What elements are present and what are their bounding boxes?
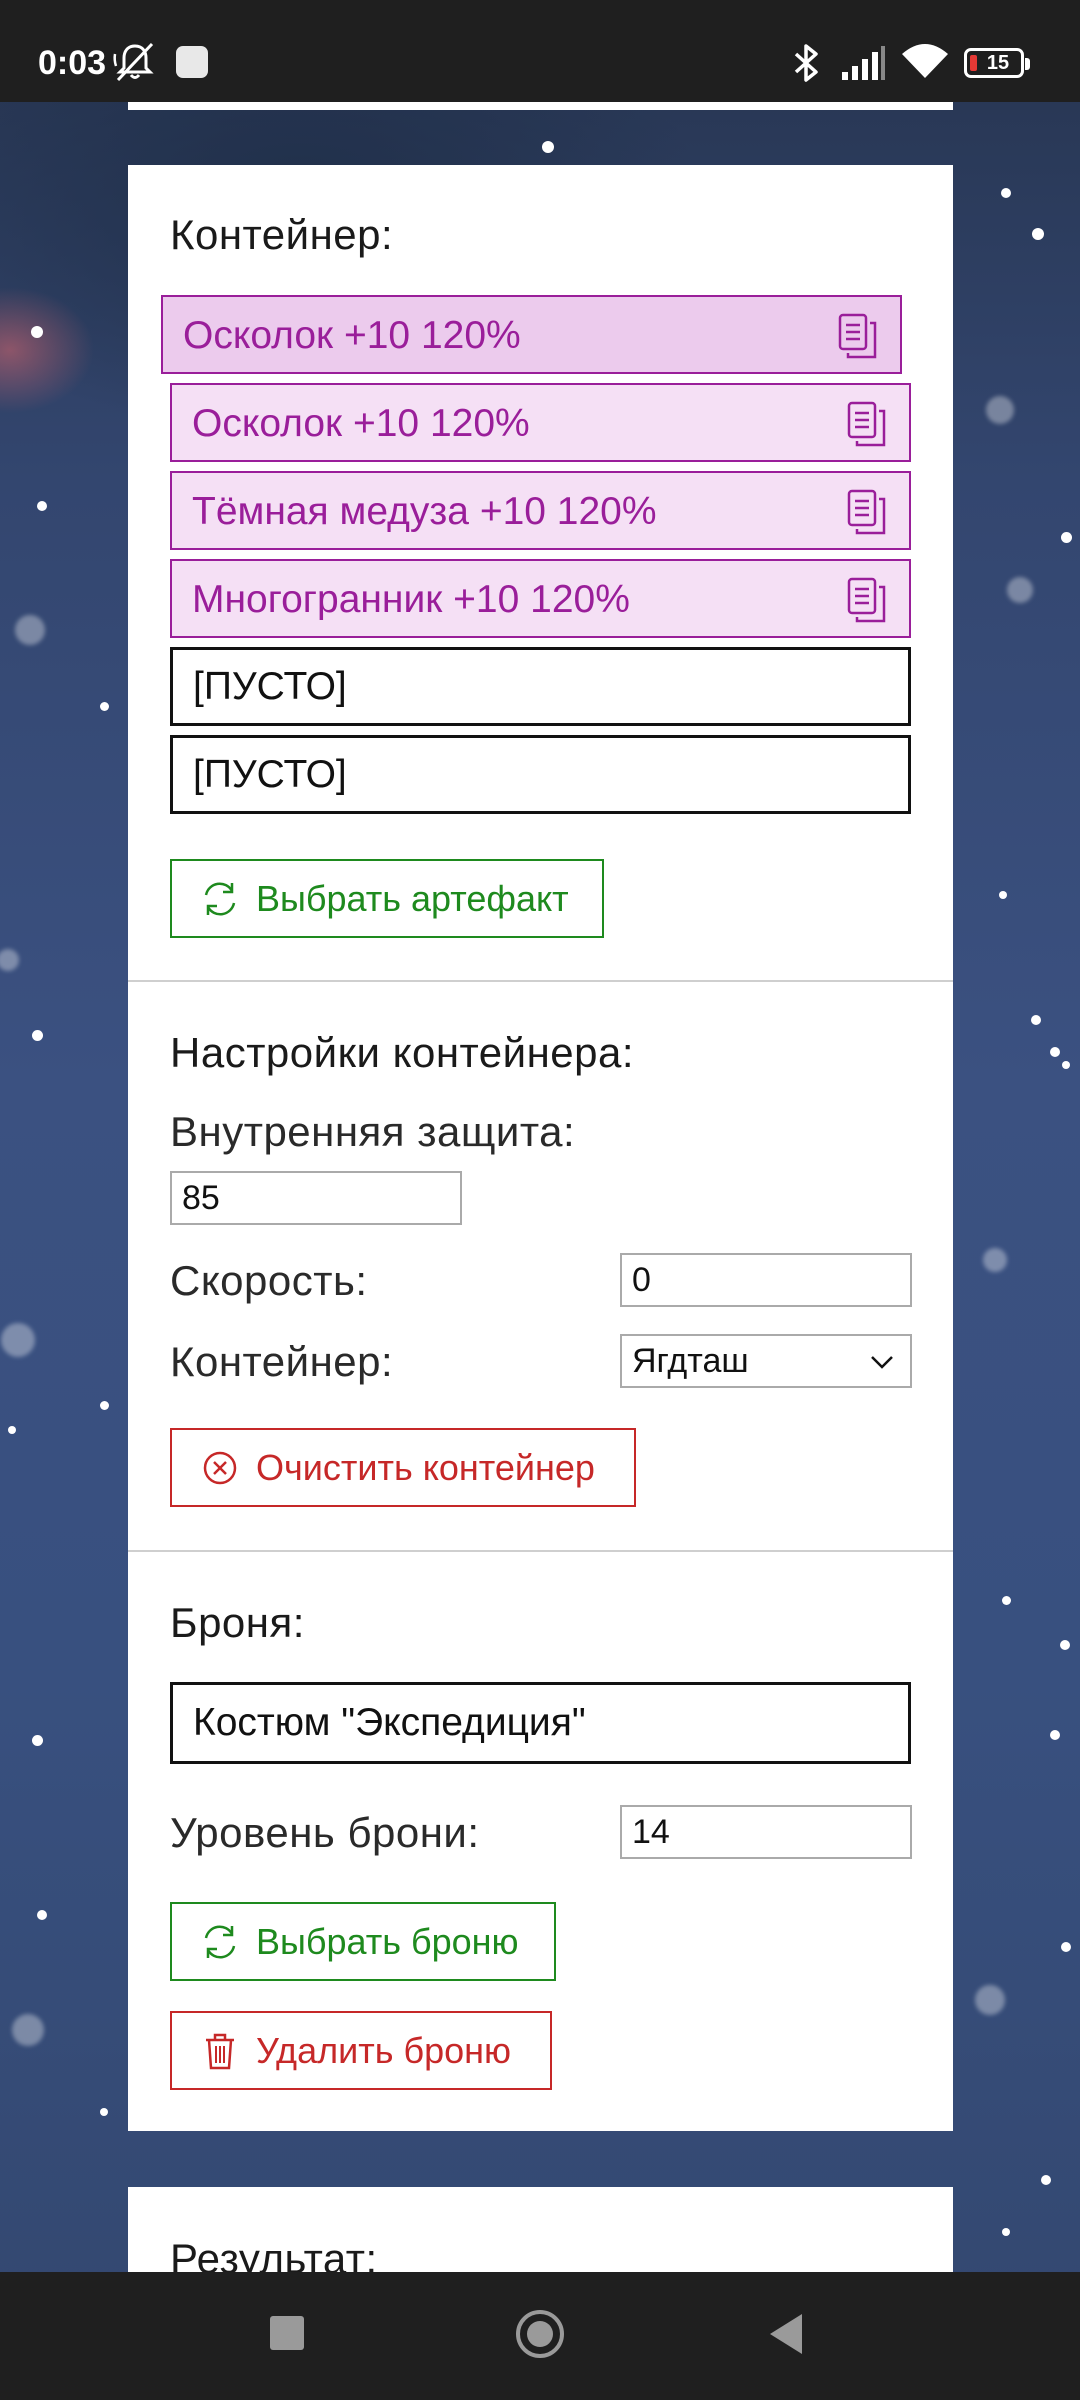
trash-icon bbox=[206, 2033, 234, 2070]
app-notification-icon bbox=[176, 46, 208, 78]
copy-icon[interactable] bbox=[847, 577, 887, 623]
refresh-icon bbox=[204, 1925, 236, 1959]
snowflake bbox=[1001, 1595, 1011, 1605]
slot-label: Осколок +10 120% bbox=[183, 314, 521, 357]
armor-level-input[interactable]: 14 bbox=[620, 1805, 912, 1859]
back-button[interactable] bbox=[770, 2314, 802, 2354]
inner-protection-label: Внутренняя защита: bbox=[170, 1108, 576, 1155]
clear-container-button[interactable]: Очистить контейнер bbox=[170, 1428, 636, 1507]
bluetooth-icon bbox=[794, 44, 818, 82]
snowflake bbox=[12, 2014, 44, 2046]
snowflake bbox=[8, 1426, 16, 1434]
clock: 0:03 bbox=[38, 44, 107, 82]
divider bbox=[128, 980, 953, 982]
snowflake bbox=[1007, 577, 1033, 603]
choose-armor-button[interactable]: Выбрать броню bbox=[170, 1902, 556, 1981]
snowflake bbox=[1032, 228, 1044, 240]
snowflake bbox=[100, 2108, 108, 2116]
armor-name-field[interactable]: Костюм "Экспедиция" bbox=[170, 1682, 911, 1764]
copy-icon[interactable] bbox=[847, 489, 887, 535]
snowflake bbox=[1050, 1730, 1060, 1740]
container-type-label: Контейнер: bbox=[170, 1338, 394, 1385]
snowflake bbox=[1061, 1942, 1071, 1952]
snowflake bbox=[99, 701, 109, 711]
delete-armor-button[interactable]: Удалить броню bbox=[170, 2011, 552, 2090]
signal-icon bbox=[842, 46, 885, 80]
snowflake bbox=[1060, 531, 1072, 543]
inner-protection-input[interactable]: 85 bbox=[170, 1171, 462, 1225]
previous-card-edge bbox=[128, 102, 953, 110]
refresh-icon bbox=[204, 882, 236, 916]
snowflake bbox=[1060, 1640, 1070, 1650]
speed-label: Скорость: bbox=[170, 1257, 368, 1304]
choose-armor-label: Выбрать броню bbox=[256, 1921, 519, 1962]
slot-label: [ПУСТО] bbox=[193, 753, 347, 796]
snowflake bbox=[31, 1734, 43, 1746]
copy-icon[interactable] bbox=[838, 313, 878, 359]
wifi-icon bbox=[902, 44, 948, 78]
slot-label: Многогранник +10 120% bbox=[192, 578, 630, 621]
result-title: Результат: bbox=[170, 2235, 378, 2272]
armor-title: Броня: bbox=[170, 1599, 305, 1646]
home-button[interactable] bbox=[516, 2310, 564, 2358]
speed-input[interactable]: 0 bbox=[620, 1253, 912, 1307]
container-slot-3[interactable]: Тёмная медуза +10 120% bbox=[170, 471, 911, 550]
copy-icon[interactable] bbox=[847, 401, 887, 447]
navigation-bar bbox=[0, 2272, 1080, 2400]
armor-level-label: Уровень брони: bbox=[170, 1809, 480, 1856]
chevron-down-icon bbox=[871, 1356, 893, 1369]
choose-artifact-button[interactable]: Выбрать артефакт bbox=[170, 859, 604, 938]
snowflake bbox=[1031, 1015, 1041, 1025]
status-bar: 0:03 15 bbox=[0, 0, 1080, 102]
snowflake bbox=[37, 501, 47, 511]
choose-artifact-label: Выбрать артефакт bbox=[256, 878, 569, 919]
mute-icon bbox=[113, 42, 154, 82]
snowflake bbox=[15, 615, 45, 645]
container-slot-1[interactable]: Осколок +10 120% bbox=[161, 295, 902, 374]
snowflake bbox=[37, 1910, 47, 1920]
snowflake bbox=[1050, 1047, 1060, 1057]
container-slot-6[interactable]: [ПУСТО] bbox=[170, 735, 911, 814]
divider bbox=[128, 1550, 953, 1552]
snowflake bbox=[1041, 2175, 1051, 2185]
delete-armor-label: Удалить броню bbox=[256, 2030, 511, 2071]
slot-label: [ПУСТО] bbox=[193, 665, 347, 708]
container-slot-2[interactable]: Осколок +10 120% bbox=[170, 383, 911, 462]
snowflake bbox=[542, 141, 554, 153]
snowflake bbox=[1062, 1061, 1070, 1069]
snowflake bbox=[31, 1029, 43, 1041]
close-circle-icon bbox=[203, 1451, 237, 1485]
snowflake bbox=[31, 326, 43, 338]
slot-label: Осколок +10 120% bbox=[192, 402, 530, 445]
container-slot-5[interactable]: [ПУСТО] bbox=[170, 647, 911, 726]
snowflake bbox=[1001, 188, 1011, 198]
slot-label: Тёмная медуза +10 120% bbox=[192, 490, 657, 533]
recents-button[interactable] bbox=[270, 2316, 304, 2350]
snowflake bbox=[975, 1985, 1005, 2015]
snowflake bbox=[983, 1248, 1007, 1272]
snowflake bbox=[99, 1400, 109, 1410]
container-title: Контейнер: bbox=[170, 211, 394, 258]
snowflake bbox=[986, 396, 1014, 424]
result-card: Результат: bbox=[128, 2187, 953, 2272]
snowflake bbox=[1002, 2228, 1010, 2236]
container-slot-4[interactable]: Многогранник +10 120% bbox=[170, 559, 911, 638]
battery-icon: 15 bbox=[964, 48, 1030, 78]
snowflake bbox=[999, 891, 1007, 899]
settings-card: Контейнер: Осколок +10 120% Осколок +10 … bbox=[128, 165, 953, 2131]
container-select[interactable]: Ягдташ bbox=[620, 1334, 912, 1388]
clear-container-label: Очистить контейнер bbox=[256, 1447, 595, 1488]
container-select-value: Ягдташ bbox=[632, 1342, 749, 1380]
snowflake bbox=[1, 1323, 35, 1357]
container-settings-title: Настройки контейнера: bbox=[170, 1029, 635, 1076]
